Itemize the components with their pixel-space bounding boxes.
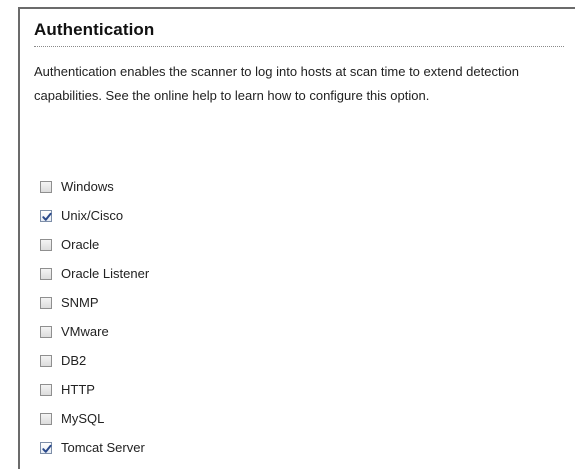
unix-cisco-label[interactable]: Unix/Cisco: [61, 208, 123, 223]
section-title: Authentication: [34, 20, 155, 39]
option-vmware[interactable]: VMware: [40, 317, 149, 346]
http-label[interactable]: HTTP: [61, 382, 95, 397]
oracle-checkbox[interactable]: [40, 238, 52, 251]
option-http[interactable]: HTTP: [40, 375, 149, 404]
option-tomcat-server[interactable]: Tomcat Server: [40, 433, 149, 462]
mysql-label[interactable]: MySQL: [61, 411, 104, 426]
unix-cisco-checkbox[interactable]: [40, 209, 52, 222]
oracle-listener-checkbox[interactable]: [40, 267, 52, 280]
tomcat-server-label[interactable]: Tomcat Server: [61, 440, 145, 455]
mysql-checkbox[interactable]: [40, 412, 52, 425]
snmp-label[interactable]: SNMP: [61, 295, 99, 310]
oracle-label[interactable]: Oracle: [61, 237, 99, 252]
option-mysql[interactable]: MySQL: [40, 404, 149, 433]
check-mark-icon: [42, 212, 52, 221]
db2-checkbox[interactable]: [40, 354, 52, 367]
option-snmp[interactable]: SNMP: [40, 288, 149, 317]
authentication-panel: Authentication Authentication enables th…: [18, 7, 575, 469]
http-checkbox[interactable]: [40, 383, 52, 396]
tomcat-server-checkbox[interactable]: [40, 441, 52, 454]
check-mark-icon: [42, 444, 52, 453]
option-unix-cisco[interactable]: Unix/Cisco: [40, 201, 149, 230]
option-db2[interactable]: DB2: [40, 346, 149, 375]
vmware-checkbox[interactable]: [40, 325, 52, 338]
option-oracle-listener[interactable]: Oracle Listener: [40, 259, 149, 288]
windows-label[interactable]: Windows: [61, 179, 114, 194]
option-windows[interactable]: Windows: [40, 172, 149, 201]
authentication-options-list: Windows Unix/Cisco Oracle Oracle Listene…: [40, 172, 149, 462]
title-divider: [34, 46, 564, 47]
vmware-label[interactable]: VMware: [61, 324, 109, 339]
oracle-listener-label[interactable]: Oracle Listener: [61, 266, 149, 281]
section-description: Authentication enables the scanner to lo…: [34, 64, 519, 103]
snmp-checkbox[interactable]: [40, 296, 52, 309]
db2-label[interactable]: DB2: [61, 353, 86, 368]
windows-checkbox[interactable]: [40, 180, 52, 193]
option-oracle[interactable]: Oracle: [40, 230, 149, 259]
